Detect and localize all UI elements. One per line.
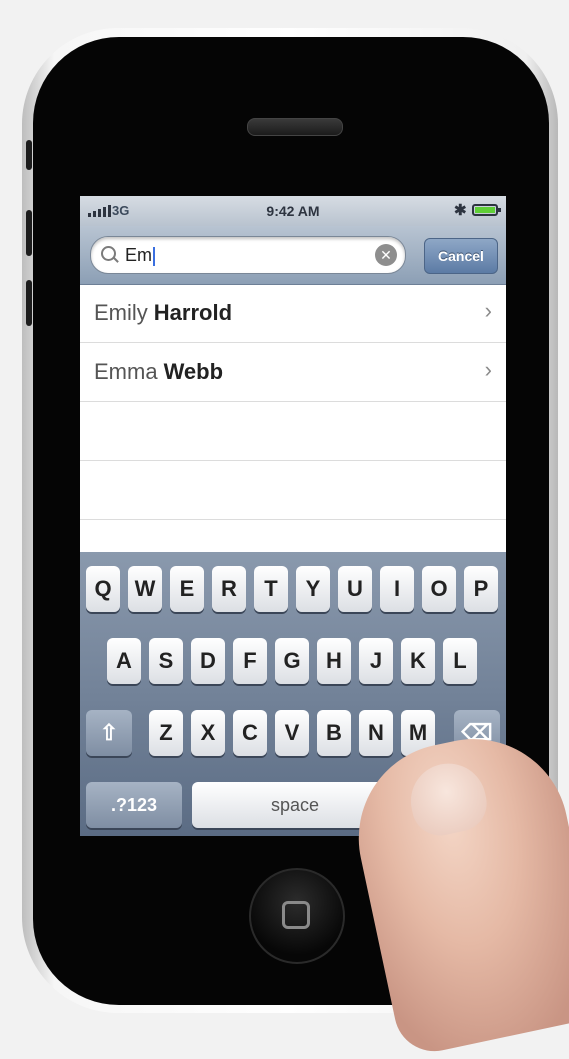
volume-up-button bbox=[26, 210, 32, 256]
key-a[interactable]: A bbox=[107, 638, 141, 684]
key-n[interactable]: N bbox=[359, 710, 393, 756]
search-bar: Em ✕ Cancel bbox=[80, 226, 506, 285]
key-w[interactable]: W bbox=[128, 566, 162, 612]
key-v[interactable]: V bbox=[275, 710, 309, 756]
screen: 3G 9:42 AM ✱ Em ✕ Cancel Emily Harrold › … bbox=[80, 196, 506, 836]
results-list: Emily Harrold › Emma Webb › bbox=[80, 284, 506, 520]
chevron-right-icon: › bbox=[484, 357, 492, 382]
key-h[interactable]: H bbox=[317, 638, 351, 684]
bluetooth-icon: ✱ bbox=[454, 202, 467, 219]
key-s[interactable]: S bbox=[149, 638, 183, 684]
contact-first-name: Emma bbox=[94, 359, 158, 384]
volume-down-button bbox=[26, 280, 32, 326]
key-t[interactable]: T bbox=[254, 566, 288, 612]
key-j[interactable]: J bbox=[359, 638, 393, 684]
empty-row bbox=[80, 402, 506, 461]
key-y[interactable]: Y bbox=[296, 566, 330, 612]
home-button-icon bbox=[282, 901, 310, 929]
home-button[interactable] bbox=[249, 868, 345, 964]
contact-first-name: Emily bbox=[94, 300, 148, 325]
key-k[interactable]: K bbox=[401, 638, 435, 684]
key-e[interactable]: E bbox=[170, 566, 204, 612]
search-icon bbox=[101, 246, 116, 261]
key-p[interactable]: P bbox=[464, 566, 498, 612]
key-g[interactable]: G bbox=[275, 638, 309, 684]
key-o[interactable]: O bbox=[422, 566, 456, 612]
status-bar: 3G 9:42 AM ✱ bbox=[80, 196, 506, 226]
battery-icon bbox=[472, 204, 501, 216]
key-r[interactable]: R bbox=[212, 566, 246, 612]
numbers-key[interactable]: .?123 bbox=[86, 782, 182, 828]
search-query: Em bbox=[125, 245, 152, 265]
key-u[interactable]: U bbox=[338, 566, 372, 612]
mute-switch bbox=[26, 140, 32, 170]
clear-icon[interactable]: ✕ bbox=[375, 244, 397, 266]
key-x[interactable]: X bbox=[191, 710, 225, 756]
cancel-button[interactable]: Cancel bbox=[424, 238, 498, 274]
chevron-right-icon: › bbox=[484, 298, 492, 323]
key-l[interactable]: L bbox=[443, 638, 477, 684]
key-b[interactable]: B bbox=[317, 710, 351, 756]
key-z[interactable]: Z bbox=[149, 710, 183, 756]
key-d[interactable]: D bbox=[191, 638, 225, 684]
key-i[interactable]: I bbox=[380, 566, 414, 612]
contact-last-name: Webb bbox=[163, 359, 224, 384]
key-f[interactable]: F bbox=[233, 638, 267, 684]
shift-icon: ⇧ bbox=[99, 720, 119, 745]
key-c[interactable]: C bbox=[233, 710, 267, 756]
fingernail bbox=[403, 756, 492, 841]
shift-key[interactable]: ⇧ bbox=[86, 710, 132, 756]
status-time: 9:42 AM bbox=[266, 203, 320, 219]
text-caret bbox=[153, 246, 155, 266]
key-q[interactable]: Q bbox=[86, 566, 120, 612]
empty-row bbox=[80, 461, 506, 520]
list-item[interactable]: Emily Harrold › bbox=[80, 284, 506, 343]
contact-last-name: Harrold bbox=[153, 300, 233, 325]
search-input[interactable]: Em ✕ bbox=[90, 236, 406, 274]
earpiece-speaker bbox=[247, 118, 343, 136]
list-item[interactable]: Emma Webb › bbox=[80, 343, 506, 402]
